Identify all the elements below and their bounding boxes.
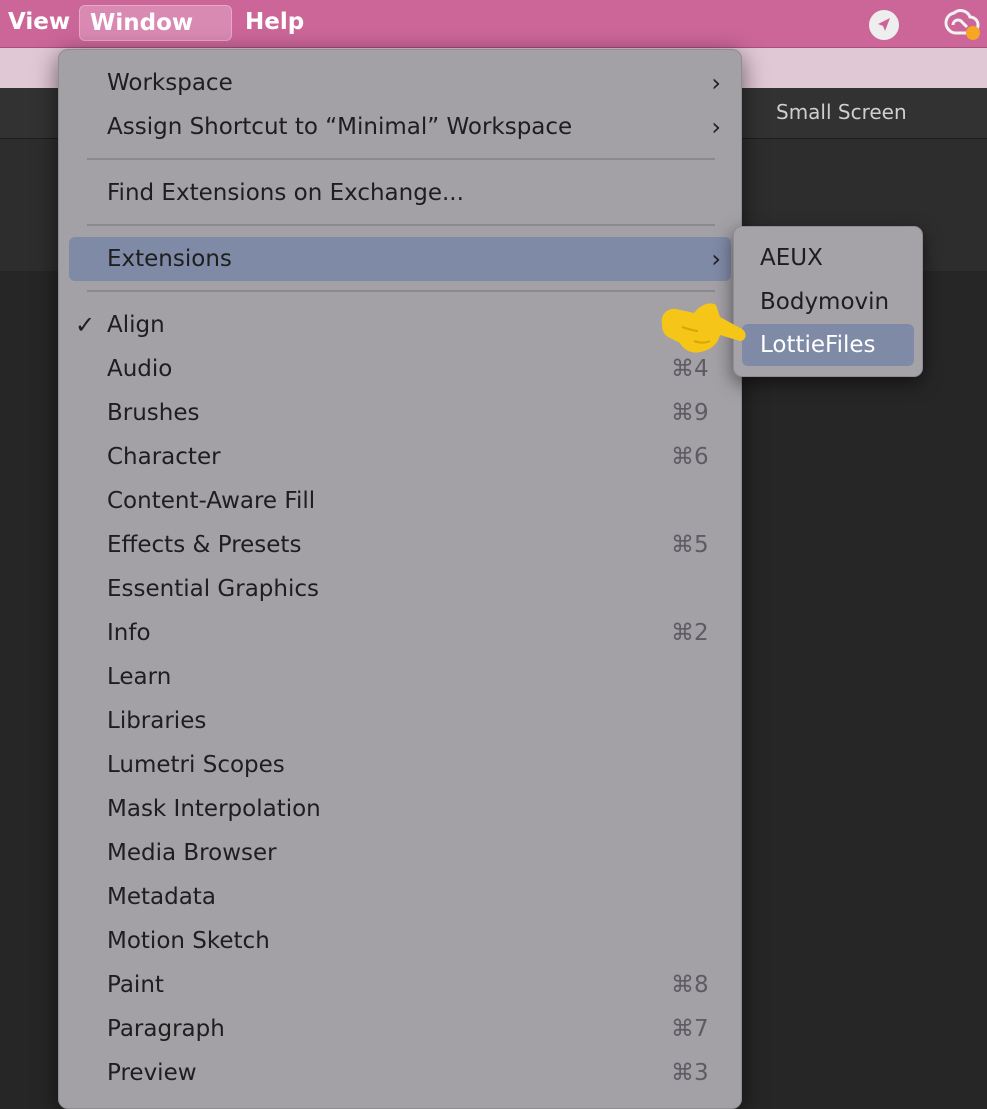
creative-cloud-icon[interactable]	[940, 6, 986, 46]
menu-view[interactable]: View	[0, 5, 80, 41]
window-menu: Workspace › Assign Shortcut to “Minimal”…	[58, 49, 742, 1109]
menu-item-workspace[interactable]: Workspace ›	[69, 63, 731, 103]
menu-item-label: Libraries	[107, 708, 207, 734]
checkmark-icon: ✓	[75, 311, 96, 339]
menu-item-label: Align	[107, 312, 165, 338]
submenu-item-aeux[interactable]: AEUX	[742, 237, 914, 279]
menu-item-audio[interactable]: Audio ⌘4	[69, 349, 731, 389]
menu-item-preview[interactable]: Preview ⌘3	[69, 1053, 731, 1093]
menu-item-libraries[interactable]: Libraries	[69, 701, 731, 741]
menu-item-learn[interactable]: Learn	[69, 657, 731, 697]
menu-item-shortcut: ⌘8	[671, 972, 709, 998]
menu-item-shortcut: ⌘5	[671, 532, 709, 558]
menu-item-metadata[interactable]: Metadata	[69, 877, 731, 917]
submenu-item-lottiefiles[interactable]: LottieFiles	[742, 324, 914, 366]
menu-window[interactable]: Window	[79, 5, 232, 41]
extensions-submenu: AEUX Bodymovin LottieFiles	[733, 226, 923, 377]
menu-item-mask-interpolation[interactable]: Mask Interpolation	[69, 789, 731, 829]
menu-item-label: Extensions	[107, 246, 232, 272]
pointing-hand-icon	[654, 297, 750, 363]
menu-item-shortcut: ⌘2	[671, 620, 709, 646]
menu-divider	[87, 290, 715, 292]
chevron-right-icon: ›	[711, 69, 721, 97]
menu-item-label: Paint	[107, 972, 164, 998]
submenu-item-bodymovin[interactable]: Bodymovin	[742, 281, 914, 323]
chevron-right-icon: ›	[711, 113, 721, 141]
location-arrow-icon[interactable]	[867, 8, 901, 46]
menu-item-paint[interactable]: Paint ⌘8	[69, 965, 731, 1005]
menu-item-extensions[interactable]: Extensions ›	[69, 237, 731, 281]
menu-item-media-browser[interactable]: Media Browser	[69, 833, 731, 873]
menu-item-lumetri-scopes[interactable]: Lumetri Scopes	[69, 745, 731, 785]
submenu-item-label: LottieFiles	[760, 332, 876, 358]
menu-item-label: Motion Sketch	[107, 928, 270, 954]
menu-item-label: Find Extensions on Exchange...	[107, 180, 464, 206]
menu-item-label: Learn	[107, 664, 172, 690]
menu-item-content-aware-fill[interactable]: Content-Aware Fill	[69, 481, 731, 521]
menu-item-brushes[interactable]: Brushes ⌘9	[69, 393, 731, 433]
menu-help[interactable]: Help	[235, 5, 314, 41]
menu-item-effects-presets[interactable]: Effects & Presets ⌘5	[69, 525, 731, 565]
menu-item-info[interactable]: Info ⌘2	[69, 613, 731, 653]
menu-item-label: Info	[107, 620, 151, 646]
menu-item-label: Character	[107, 444, 221, 470]
menu-item-shortcut: ⌘3	[671, 1060, 709, 1086]
menu-item-label: Media Browser	[107, 840, 277, 866]
menu-item-label: Essential Graphics	[107, 576, 319, 602]
menu-divider	[87, 158, 715, 160]
menu-item-label: Brushes	[107, 400, 200, 426]
menu-item-shortcut: ⌘6	[671, 444, 709, 470]
menu-item-label: Workspace	[107, 70, 233, 96]
menu-item-label: Paragraph	[107, 1016, 225, 1042]
submenu-item-label: Bodymovin	[760, 289, 890, 315]
menu-item-label: Audio	[107, 356, 173, 382]
menu-item-shortcut: ⌘9	[671, 400, 709, 426]
menu-item-label: Effects & Presets	[107, 532, 302, 558]
menu-item-label: Assign Shortcut to “Minimal” Workspace	[107, 114, 573, 140]
menu-item-label: Metadata	[107, 884, 216, 910]
menu-divider	[87, 224, 715, 226]
menu-item-label: Content-Aware Fill	[107, 488, 316, 514]
submenu-item-label: AEUX	[760, 245, 823, 271]
workspace-small-screen[interactable]: Small Screen	[776, 100, 907, 124]
chevron-right-icon: ›	[711, 245, 721, 273]
menu-item-essential-graphics[interactable]: Essential Graphics	[69, 569, 731, 609]
menu-item-label: Preview	[107, 1060, 197, 1086]
menu-item-assign-shortcut[interactable]: Assign Shortcut to “Minimal” Workspace ›	[69, 107, 731, 147]
menu-item-shortcut: ⌘7	[671, 1016, 709, 1042]
menu-item-motion-sketch[interactable]: Motion Sketch	[69, 921, 731, 961]
menu-item-find-extensions[interactable]: Find Extensions on Exchange...	[69, 173, 731, 213]
menu-item-label: Lumetri Scopes	[107, 752, 285, 778]
menu-item-align[interactable]: ✓ Align	[69, 305, 731, 345]
menu-bar: View Window Help	[0, 0, 987, 48]
menu-item-paragraph[interactable]: Paragraph ⌘7	[69, 1009, 731, 1049]
menu-item-label: Mask Interpolation	[107, 796, 321, 822]
menu-item-character[interactable]: Character ⌘6	[69, 437, 731, 477]
